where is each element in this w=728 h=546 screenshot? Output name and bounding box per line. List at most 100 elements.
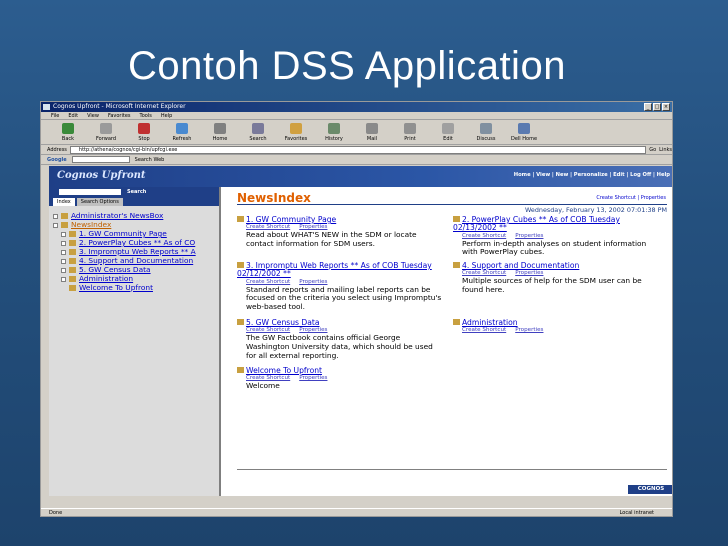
- properties-link[interactable]: Properties: [515, 233, 543, 239]
- entry-description: Standard reports and mailing label repor…: [246, 284, 442, 311]
- entry-gw-community: 1. GW Community Page Create Shortcut Prop…: [237, 215, 442, 249]
- menu-file[interactable]: File: [51, 112, 59, 119]
- tab-search-options[interactable]: Search Options: [76, 198, 123, 206]
- index-pane: Search Index Search Options Administrato…: [49, 187, 221, 496]
- search-button[interactable]: Search: [239, 123, 277, 144]
- menu-tools[interactable]: Tools: [140, 112, 152, 119]
- date-rule: Wednesday, February 13, 2002 07:01:38 PM: [237, 204, 667, 214]
- entry-title[interactable]: 5. GW Census Data: [237, 318, 442, 327]
- status-text: Done: [49, 510, 63, 516]
- menu-view[interactable]: View: [87, 112, 99, 119]
- tree-item-newsindex[interactable]: NewsIndex: [53, 220, 111, 229]
- window-titlebar: Cognos Upfront - Microsoft Internet Expl…: [41, 102, 672, 112]
- stop-icon: [138, 123, 150, 134]
- minimize-button[interactable]: _: [644, 103, 652, 111]
- home-button[interactable]: Home: [201, 123, 239, 144]
- mail-icon: [366, 123, 378, 134]
- newsindex-pane: NewsIndex Create Shortcut | Properties W…: [223, 187, 672, 496]
- entry-welcome: Welcome To Upfront Create Shortcut Proper…: [237, 366, 442, 391]
- top-nav[interactable]: Home | View | New | Personalize | Edit |…: [514, 172, 670, 178]
- google-label[interactable]: Google: [47, 157, 67, 163]
- go-button[interactable]: Go: [649, 147, 656, 153]
- entry-description: Perform in-depth analyses on student inf…: [462, 238, 647, 257]
- create-shortcut-link[interactable]: Create Shortcut: [462, 233, 506, 239]
- address-input[interactable]: http://athena/cognos/cgi-bin/upfcgi.exe: [69, 145, 647, 154]
- back-icon: [62, 123, 74, 134]
- forward-icon: [100, 123, 112, 134]
- entry-title[interactable]: 3. Impromptu Web Reports ** As of COB Tu…: [237, 261, 442, 279]
- tree-item-3[interactable]: 3. Impromptu Web Reports ** A: [61, 247, 196, 256]
- maximize-button[interactable]: □: [653, 103, 661, 111]
- close-button[interactable]: ×: [662, 103, 670, 111]
- menu-edit[interactable]: Edit: [68, 112, 78, 119]
- entry-title[interactable]: Welcome To Upfront: [237, 366, 442, 375]
- ie-icon: [43, 104, 50, 110]
- menu-bar: File Edit View Favorites Tools Help: [41, 112, 672, 120]
- properties-link[interactable]: Properties: [299, 279, 327, 285]
- links-label[interactable]: Links: [659, 147, 672, 153]
- forward-button[interactable]: Forward: [87, 123, 125, 144]
- properties-link[interactable]: Properties: [299, 375, 327, 381]
- cognos-header: Cognos Upfront Home | View | New | Perso…: [49, 166, 672, 187]
- current-date: Wednesday, February 13, 2002 07:01:38 PM: [524, 206, 667, 214]
- entry-description: Multiple sources of help for the SDM use…: [462, 276, 642, 294]
- tree-item-2[interactable]: 2. PowerPlay Cubes ** As of CO: [61, 238, 195, 247]
- refresh-icon: [176, 123, 188, 134]
- window-title: Cognos Upfront - Microsoft Internet Expl…: [53, 103, 186, 110]
- mail-button[interactable]: Mail: [353, 123, 391, 144]
- create-shortcut-link[interactable]: Create Shortcut: [246, 279, 290, 285]
- edit-button[interactable]: Edit: [429, 123, 467, 144]
- stop-button[interactable]: Stop: [125, 123, 163, 144]
- create-shortcut-link[interactable]: Create Shortcut: [462, 327, 506, 333]
- discuss-button[interactable]: Discuss: [467, 123, 505, 144]
- dell-home-icon: [518, 123, 530, 134]
- entry-impromptu: 3. Impromptu Web Reports ** As of COB Tu…: [237, 261, 442, 312]
- google-search-input[interactable]: [71, 156, 130, 163]
- properties-link[interactable]: Properties: [515, 327, 543, 333]
- entry-administration: Administration Create Shortcut Properties: [453, 318, 658, 334]
- print-icon: [404, 123, 416, 134]
- menu-favorites[interactable]: Favorites: [108, 112, 131, 119]
- pane-tabs: Index Search Options: [49, 196, 219, 206]
- entry-title[interactable]: Administration: [453, 318, 658, 327]
- history-icon: [328, 123, 340, 134]
- tree-item-5[interactable]: 5. GW Census Data: [61, 265, 151, 274]
- print-button[interactable]: Print: [391, 123, 429, 144]
- refresh-button[interactable]: Refresh: [163, 123, 201, 144]
- newsindex-top-links[interactable]: Create Shortcut | Properties: [596, 195, 666, 201]
- web-page: Cognos Upfront Home | View | New | Perso…: [49, 166, 672, 496]
- search-icon: [252, 123, 264, 134]
- zone-text: Local intranet: [619, 510, 654, 516]
- dell-home-button[interactable]: Dell Home: [505, 123, 543, 144]
- tree-item-administration[interactable]: Administration: [61, 274, 133, 283]
- cognos-footer-logo: COGNOS: [628, 485, 672, 494]
- entry-title[interactable]: 1. GW Community Page: [237, 215, 442, 224]
- bottom-rule: [237, 469, 667, 470]
- search-web-button[interactable]: Search Web: [135, 157, 165, 163]
- entry-support: 4. Support and Documentation Create Shor…: [453, 261, 658, 295]
- google-toolbar: Google Search Web: [41, 155, 672, 165]
- discuss-icon: [480, 123, 492, 134]
- entry-title[interactable]: 4. Support and Documentation: [453, 261, 658, 270]
- back-button[interactable]: Back: [49, 123, 87, 144]
- favorites-button[interactable]: Favorites: [277, 123, 315, 144]
- slide-title: Contoh DSS Application: [128, 44, 566, 88]
- entry-description: The GW Factbook contains official George…: [246, 333, 433, 360]
- tree-item-4[interactable]: 4. Support and Documentation: [61, 256, 193, 265]
- search-row: Search: [49, 187, 219, 196]
- address-label: Address: [47, 146, 67, 153]
- tree-item-newsbox[interactable]: Administrator's NewsBox: [53, 211, 163, 220]
- tree-item-welcome[interactable]: Welcome To Upfront: [69, 283, 153, 292]
- favorites-icon: [290, 123, 302, 134]
- status-bar: Done Local intranet: [41, 508, 672, 516]
- entry-census: 5. GW Census Data Create Shortcut Propert…: [237, 318, 442, 360]
- cognos-upfront-logo: Cognos Upfront: [57, 170, 146, 181]
- tab-index[interactable]: Index: [53, 198, 75, 206]
- entry-title[interactable]: 2. PowerPlay Cubes ** As of COB Tuesday …: [453, 215, 658, 233]
- menu-help[interactable]: Help: [161, 112, 172, 119]
- history-button[interactable]: History: [315, 123, 353, 144]
- upfront-search-input[interactable]: [59, 188, 121, 195]
- upfront-search-button[interactable]: Search: [127, 189, 146, 195]
- browser-toolbar: Back Forward Stop Refresh Home Search Fa…: [41, 120, 672, 145]
- tree-item-1[interactable]: 1. GW Community Page: [61, 229, 167, 238]
